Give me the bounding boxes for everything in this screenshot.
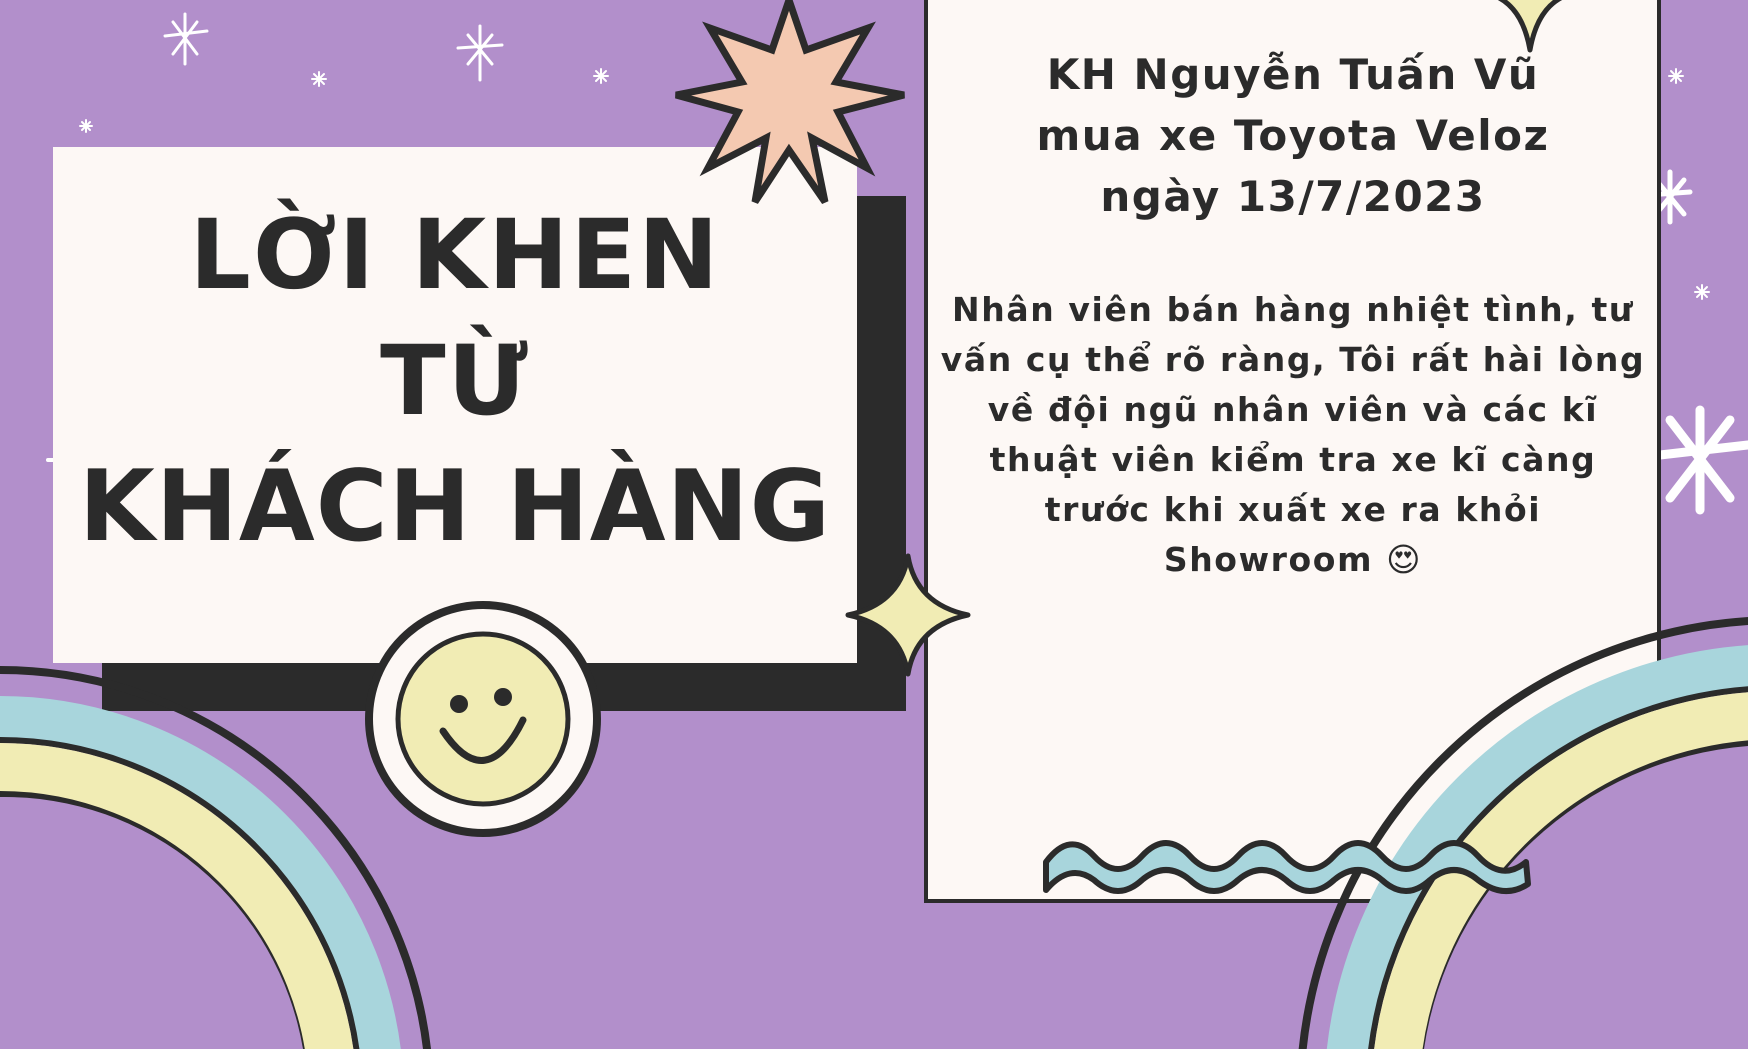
- title-block: Lời khen từ Khách hàng: [53, 147, 857, 663]
- review-body: Nhân viên bán hàng nhiệt tình, tư vấn cụ…: [940, 290, 1646, 579]
- review-heading-1: KH Nguyễn Tuấn Vũ: [1046, 50, 1540, 99]
- title-line-3: Khách hàng: [78, 450, 832, 564]
- poster: Lời khen từ Khách hàng KH Nguyễn Tuấn Vũ…: [0, 0, 1748, 1049]
- review-heading-2: mua xe Toyota Veloz: [1036, 111, 1550, 160]
- sparkle-icon: [456, 24, 504, 82]
- sparkle-icon: [1655, 405, 1748, 515]
- review-content: KH Nguyễn Tuấn Vũ mua xe Toyota Veloz ng…: [926, 44, 1660, 585]
- title-line-1: Lời khen: [189, 199, 721, 311]
- title-line-2: từ: [380, 325, 530, 437]
- review-heading-3: ngày 13/7/2023: [1100, 172, 1486, 221]
- sparkle-icon: [163, 12, 209, 66]
